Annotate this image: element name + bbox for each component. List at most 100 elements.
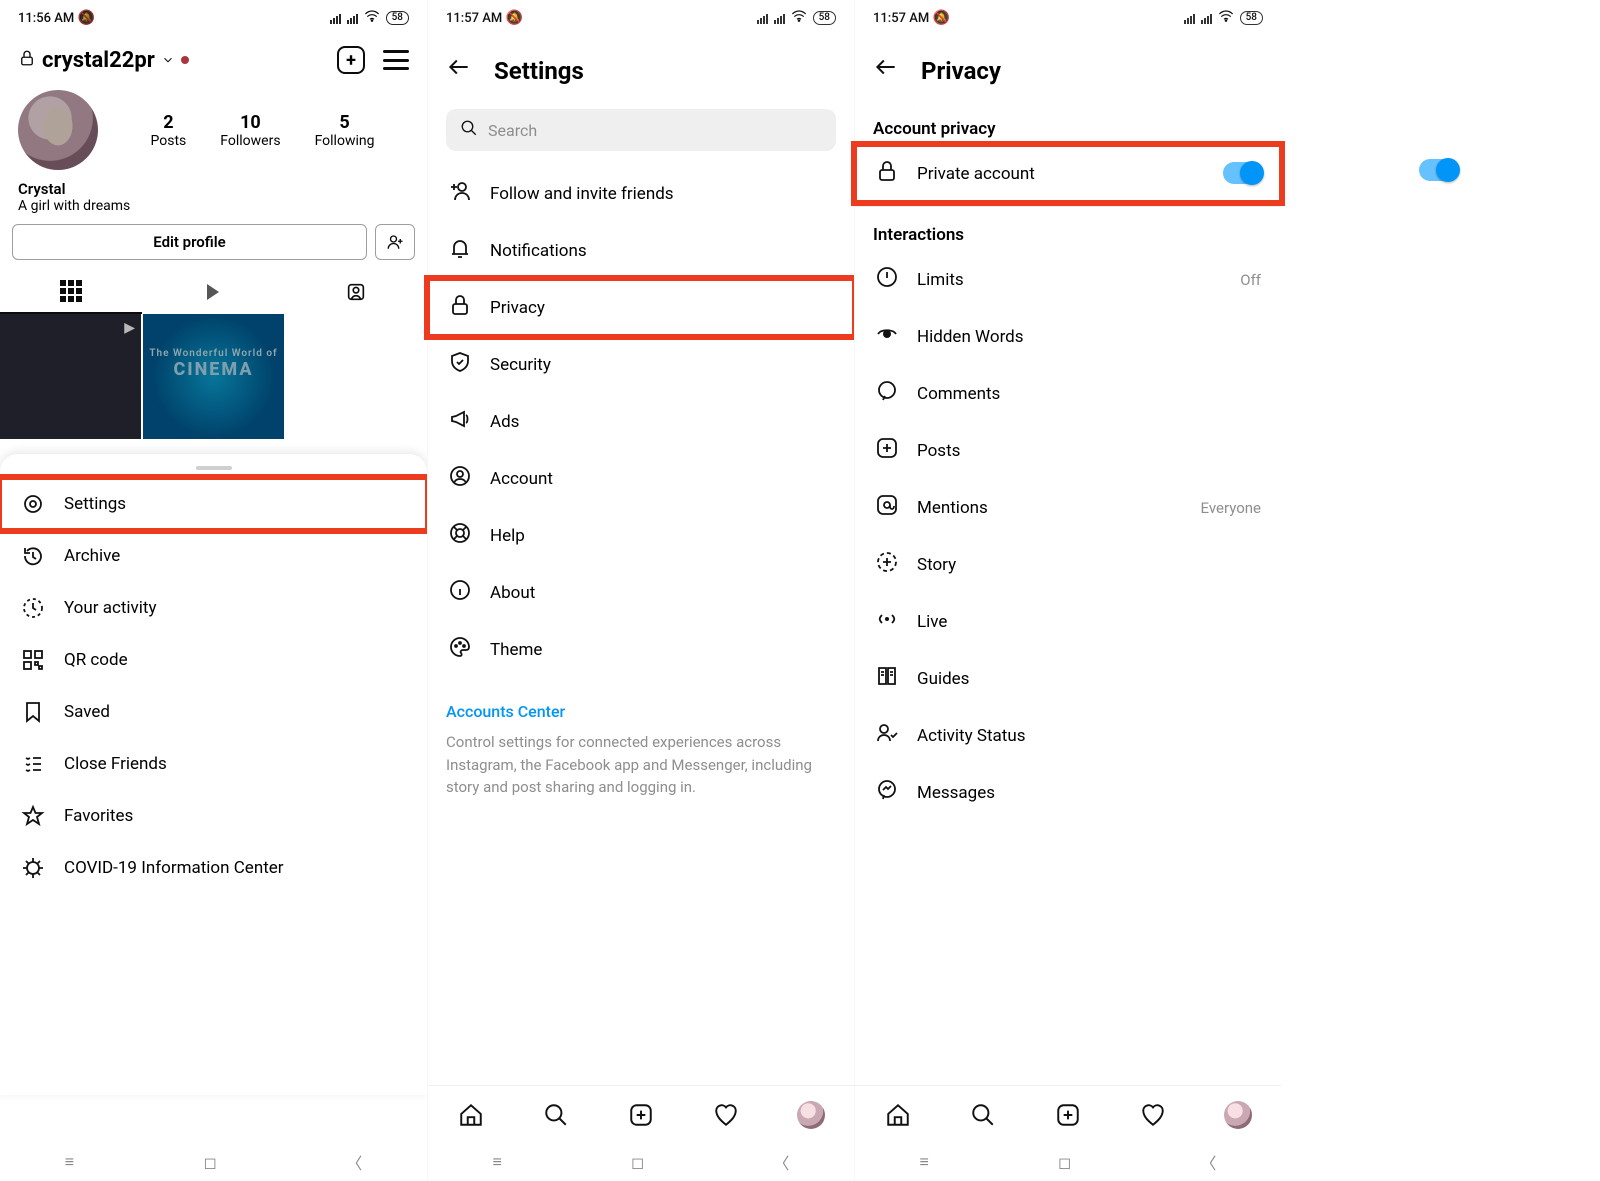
privacy-comments[interactable]: Comments [855, 365, 1281, 422]
nav-activity[interactable] [1139, 1101, 1167, 1129]
nav-home[interactable] [457, 1101, 485, 1129]
tab-reels[interactable] [142, 270, 284, 314]
privacy-live[interactable]: Live [855, 593, 1281, 650]
username-dropdown[interactable]: crystal22pr [18, 48, 189, 73]
menu-favorites[interactable]: Favorites [0, 790, 427, 842]
username-label: crystal22pr [42, 48, 155, 73]
plus-box-icon [875, 436, 899, 465]
info-icon [448, 578, 472, 607]
add-person-icon [448, 179, 472, 208]
profile-header: crystal22pr + [0, 36, 427, 84]
mute-icon: 🔕 [77, 10, 94, 26]
recents-button[interactable]: ≡ [493, 1152, 502, 1172]
nav-activity[interactable] [712, 1101, 740, 1129]
privacy-posts[interactable]: Posts [855, 422, 1281, 479]
screen-privacy: 11:57 AM 🔕 58 Privacy Account privacy Pr… [854, 0, 1281, 1181]
section-account-privacy: Account privacy [855, 105, 1281, 145]
signal-icon [347, 12, 358, 24]
avatar [1224, 1101, 1252, 1129]
at-icon [875, 493, 899, 522]
private-account-row[interactable]: Private account [855, 145, 1281, 202]
stat-followers[interactable]: 10Followers [220, 112, 280, 149]
avatar [797, 1101, 825, 1129]
back-button[interactable]: 〈 [346, 1150, 362, 1174]
tab-grid[interactable] [0, 270, 142, 314]
privacy-mentions[interactable]: Mentions Everyone [855, 479, 1281, 536]
settings-theme[interactable]: Theme [428, 621, 854, 678]
page-title: Settings [494, 57, 584, 85]
menu-qr[interactable]: QR code [0, 634, 427, 686]
bottom-nav [428, 1085, 854, 1143]
privacy-story[interactable]: Story [855, 536, 1281, 593]
lock-icon [18, 49, 36, 72]
edit-profile-button[interactable]: Edit profile [12, 224, 367, 260]
star-icon [20, 803, 46, 829]
menu-archive[interactable]: Archive [0, 530, 427, 582]
android-nav: ≡ ◻ 〈 [0, 1143, 427, 1181]
privacy-header: Privacy [855, 36, 1281, 105]
menu-saved[interactable]: Saved [0, 686, 427, 738]
post-thumbnail[interactable]: The Wonderful World of CINEMA [143, 314, 284, 439]
settings-follow-invite[interactable]: Follow and invite friends [428, 165, 854, 222]
eye-icon [875, 322, 899, 351]
recents-button[interactable]: ≡ [65, 1152, 74, 1172]
status-bar: 11:57 AM 🔕 58 [428, 0, 854, 36]
settings-ads[interactable]: Ads [428, 393, 854, 450]
settings-header: Settings [428, 36, 854, 105]
megaphone-icon [448, 407, 472, 436]
activity-icon [20, 595, 46, 621]
recents-button[interactable]: ≡ [920, 1152, 929, 1172]
menu-covid[interactable]: COVID-19 Information Center [0, 842, 427, 894]
battery-icon: 58 [1240, 11, 1263, 25]
back-arrow-button[interactable] [446, 54, 472, 87]
chevron-down-icon [161, 48, 175, 73]
settings-account[interactable]: Account [428, 450, 854, 507]
privacy-messages[interactable]: Messages [855, 764, 1281, 821]
nav-profile[interactable] [1224, 1101, 1252, 1129]
accounts-center-desc: Control settings for connected experienc… [446, 721, 836, 799]
settings-privacy[interactable]: Privacy [428, 279, 854, 336]
privacy-guides[interactable]: Guides [855, 650, 1281, 707]
tab-tagged[interactable] [285, 270, 427, 314]
nav-home[interactable] [884, 1101, 912, 1129]
signal-icon [757, 12, 768, 24]
covid-icon [20, 855, 46, 881]
private-account-toggle[interactable] [1419, 159, 1459, 181]
settings-notifications[interactable]: Notifications [428, 222, 854, 279]
home-button[interactable]: ◻ [631, 1153, 644, 1172]
home-button[interactable]: ◻ [1058, 1153, 1071, 1172]
list-star-icon [20, 751, 46, 777]
sheet-handle[interactable] [196, 466, 232, 470]
bookmark-icon [20, 699, 46, 725]
accounts-center[interactable]: Accounts Center Control settings for con… [428, 678, 854, 807]
nav-create[interactable] [627, 1101, 655, 1129]
menu-close-friends[interactable]: Close Friends [0, 738, 427, 790]
post-thumbnail[interactable]: ▶ [0, 314, 141, 439]
privacy-activity-status[interactable]: Activity Status [855, 707, 1281, 764]
create-button[interactable]: + [337, 46, 365, 74]
android-nav: ≡ ◻ 〈 [428, 1143, 854, 1181]
back-button[interactable]: 〈 [773, 1150, 789, 1174]
nav-create[interactable] [1054, 1101, 1082, 1129]
nav-search[interactable] [969, 1101, 997, 1129]
home-button[interactable]: ◻ [204, 1153, 217, 1172]
settings-about[interactable]: About [428, 564, 854, 621]
settings-search[interactable]: Search [446, 109, 836, 151]
menu-settings[interactable]: Settings [0, 478, 427, 530]
privacy-hidden-words[interactable]: Hidden Words [855, 308, 1281, 365]
settings-help[interactable]: Help [428, 507, 854, 564]
back-button[interactable]: 〈 [1200, 1150, 1216, 1174]
menu-button[interactable] [383, 50, 409, 70]
settings-security[interactable]: Security [428, 336, 854, 393]
stat-posts[interactable]: 2Posts [151, 112, 187, 149]
stat-following[interactable]: 5Following [315, 112, 375, 149]
nav-profile[interactable] [797, 1101, 825, 1129]
nav-search[interactable] [542, 1101, 570, 1129]
back-arrow-button[interactable] [873, 54, 899, 87]
warning-icon [875, 265, 899, 294]
avatar[interactable] [18, 90, 98, 170]
discover-people-button[interactable] [375, 224, 415, 260]
menu-activity[interactable]: Your activity [0, 582, 427, 634]
privacy-limits[interactable]: Limits Off [855, 251, 1281, 308]
private-account-toggle[interactable] [1223, 162, 1263, 184]
